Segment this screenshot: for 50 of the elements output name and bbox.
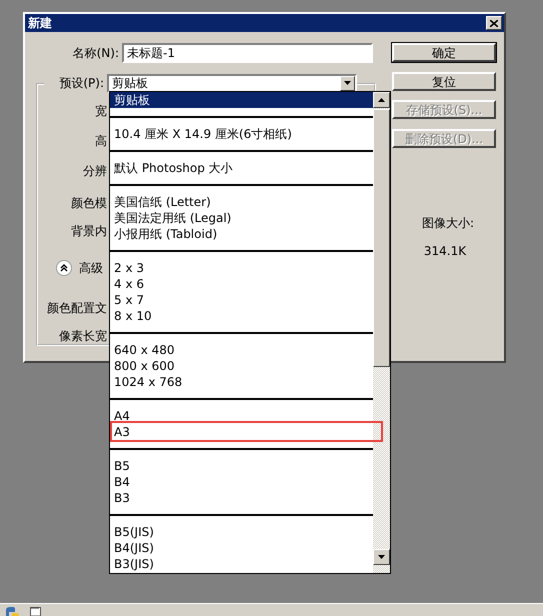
preset-dropdown[interactable]: 剪贴板 [107,74,357,92]
list-item[interactable]: A3 [110,424,373,440]
list-item[interactable]: 2 x 3 [110,260,373,276]
scroll-thumb[interactable] [373,109,390,367]
list-item[interactable]: 800 x 600 [110,358,373,374]
close-button[interactable] [486,16,502,30]
image-size-label: 图像大小: [420,215,476,232]
image-size-value: 314.1K [422,244,468,258]
dialog-button[interactable]: 复位 [392,72,496,91]
list-item[interactable]: 5 x 7 [110,292,373,308]
name-label: 名称(N): [72,44,120,62]
list-item[interactable]: 剪贴板 [110,92,373,108]
list-item[interactable]: 640 x 480 [110,342,373,358]
down-arrow-icon [344,81,351,85]
collapse-icon[interactable] [56,260,72,276]
list-item[interactable]: B4 [110,474,373,490]
field-label: 颜色模 [70,194,107,212]
app-icon[interactable] [4,606,20,616]
ok-button[interactable]: 确定 [392,43,496,62]
name-field[interactable]: 未标题-1 [122,43,373,63]
list-item[interactable]: 8 x 10 [110,308,373,324]
list-item[interactable]: 美国法定用纸 (Legal) [110,210,373,226]
list-item[interactable]: B4(JIS) [110,540,373,556]
preset-label: 预设(P): [44,74,107,92]
up-arrow-icon [378,98,385,102]
list-item[interactable]: 小报用纸 (Tabloid) [110,226,373,242]
field-label: 像素长宽 [58,328,107,344]
down-arrow-icon [378,555,385,559]
list-item[interactable]: 1024 x 768 [110,374,373,390]
scroll-down-button[interactable] [373,549,390,565]
field-label: 分辨 [82,162,107,180]
list-item[interactable]: 4 x 6 [110,276,373,292]
field-label: 颜色配置文 [46,300,107,316]
scrollbar[interactable] [373,92,390,573]
list-item[interactable]: 10.4 厘米 X 14.9 厘米(6寸相纸) [110,126,373,142]
list-item[interactable]: 默认 Photoshop 大小 [110,160,373,176]
list-item[interactable]: B3 [110,490,373,506]
list-item[interactable]: B3(JIS) [110,556,373,572]
list-item[interactable]: B5 [110,458,373,474]
notepad-icon[interactable] [30,606,41,616]
list-item[interactable]: A4 [110,408,373,424]
scroll-up-button[interactable] [373,92,390,108]
advanced-label: 高级 [79,260,103,276]
field-label: 高 [94,132,107,150]
close-icon [490,20,498,26]
field-label: 宽 [94,102,107,120]
field-label: 背景内 [70,222,107,240]
window-title: 新建 [28,14,52,32]
list-item[interactable]: 美国信纸 (Letter) [110,194,373,210]
list-item[interactable]: B5(JIS) [110,524,373,540]
